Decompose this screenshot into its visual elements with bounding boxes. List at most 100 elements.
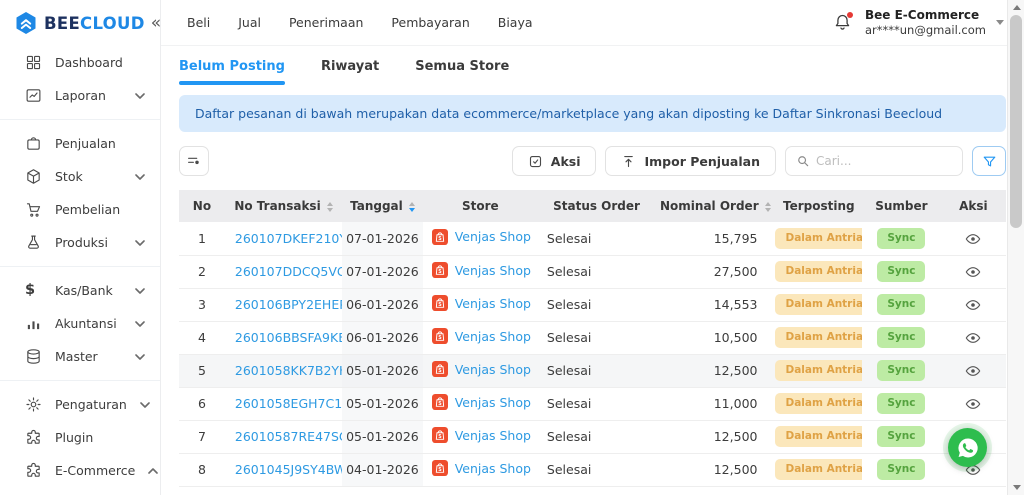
sort-icon [764, 201, 771, 212]
view-detail-button[interactable] [965, 297, 981, 313]
table-row: 6 2601058EGH7C1N 05-01-2026 S Venjas Shop… [179, 387, 1006, 421]
impor-penjualan-button[interactable]: Impor Penjualan [605, 146, 776, 176]
trx-link[interactable]: 26010587RE47SQ [235, 429, 342, 444]
filter-button[interactable] [972, 146, 1006, 176]
table-header: No No Transaksi Tanggal Store Status Ord… [179, 190, 1006, 222]
chevron-down-icon [135, 320, 145, 327]
svg-text:S: S [438, 302, 442, 308]
database-icon [25, 348, 42, 365]
scroll-down-arrow[interactable] [1008, 480, 1024, 495]
column-settings-button[interactable] [179, 146, 209, 176]
search-input[interactable] [816, 154, 952, 168]
toolbar: Aksi Impor Penjualan [179, 146, 1006, 176]
sidebar-item-kas-bank[interactable]: Kas/Bank [0, 274, 160, 307]
sidebar-item-penjualan[interactable]: Penjualan [0, 127, 160, 160]
store-link[interactable]: Venjas Shop [455, 362, 531, 377]
impor-label: Impor Penjualan [644, 153, 760, 169]
sidebar-subitem-pesanan[interactable]: Pesanan [0, 487, 160, 495]
table-body: 1 260107DKEF210Y 07-01-2026 S Venjas Shop… [179, 222, 1006, 487]
notification-bell-icon[interactable] [833, 11, 853, 32]
chevron-up-icon [148, 467, 159, 474]
terposting-badge: Dalam Antrian [775, 426, 863, 447]
sumber-badge: Sync [877, 459, 926, 480]
trx-link[interactable]: 260106BBSFA9KE [235, 330, 342, 345]
col-tanggal[interactable]: Tanggal [342, 190, 423, 222]
nav-penerimaan[interactable]: Penerimaan [289, 15, 363, 30]
tab-semua-store[interactable]: Semua Store [415, 59, 509, 85]
sidebar-item-akuntansi[interactable]: Akuntansi [0, 307, 160, 340]
eye-icon [966, 398, 981, 409]
aksi-button[interactable]: Aksi [511, 146, 597, 176]
tab-belum-posting[interactable]: Belum Posting [179, 59, 285, 85]
terposting-badge: Dalam Antrian [775, 227, 863, 249]
store-link[interactable]: Venjas Shop [455, 229, 531, 244]
table-row: 4 260106BBSFA9KE 06-01-2026 S Venjas Shop… [179, 321, 1006, 355]
sumber-badge: Sync [877, 227, 926, 249]
store-link[interactable]: Venjas Shop [455, 461, 531, 476]
eye-icon [966, 233, 981, 244]
row-status: Selesai [537, 321, 656, 355]
view-detail-button[interactable] [965, 330, 981, 346]
sidebar-item-pembelian[interactable]: Pembelian [0, 193, 160, 226]
eye-icon [966, 299, 981, 310]
user-area: Bee E-Commerce ar****un@gmail.com [833, 7, 1004, 39]
store-link[interactable]: Venjas Shop [455, 329, 531, 344]
sidebar-item-pengaturan[interactable]: Pengaturan [0, 388, 160, 421]
store-link[interactable]: Venjas Shop [455, 395, 531, 410]
sort-icon-active [408, 201, 415, 212]
row-nominal: 12,500 [655, 420, 776, 454]
sidebar-item-label: Plugin [55, 430, 94, 445]
row-status: Selesai [537, 420, 656, 454]
terposting-badge: Dalam Antrian [775, 294, 863, 315]
svg-text:S: S [438, 269, 442, 275]
row-nominal: 10,500 [655, 321, 776, 355]
col-store: Store [422, 190, 538, 222]
trx-link[interactable]: 2601058KK7B2YH [235, 363, 342, 378]
nav-beli[interactable]: Beli [187, 15, 210, 30]
sumber-badge: Sync [877, 294, 926, 315]
sidebar-item-plugin[interactable]: Plugin [0, 421, 160, 454]
row-number: 5 [179, 354, 225, 388]
row-status: Selesai [537, 453, 656, 487]
cart-icon [25, 201, 42, 218]
tab-riwayat[interactable]: Riwayat [321, 59, 379, 85]
puzzle-icon [25, 462, 42, 479]
nav-jual[interactable]: Jual [238, 15, 261, 30]
col-aksi: Aksi [940, 190, 1006, 222]
nav-biaya[interactable]: Biaya [498, 15, 533, 30]
sort-icon [326, 201, 333, 212]
sidebar-item-produksi[interactable]: Produksi [0, 226, 160, 259]
sidebar-item-dashboard[interactable]: Dashboard [0, 46, 160, 79]
trx-link[interactable]: 260107DDCQ5VGF [235, 264, 342, 279]
row-number: 2 [179, 255, 225, 289]
scrollbar[interactable] [1007, 0, 1024, 495]
user-menu[interactable]: Bee E-Commerce ar****un@gmail.com [865, 7, 1004, 39]
sidebar-collapse-button[interactable]: « [151, 14, 160, 32]
view-detail-button[interactable] [965, 363, 981, 379]
search-icon [798, 156, 809, 167]
store-link[interactable]: Venjas Shop [455, 263, 531, 278]
sidebar-item-master[interactable]: Master [0, 340, 160, 373]
view-detail-button[interactable] [965, 264, 981, 280]
eye-icon [966, 266, 981, 277]
trx-link[interactable]: 2601045J9SY4BW [235, 462, 342, 477]
sidebar-item-stok[interactable]: Stok [0, 160, 160, 193]
notification-dot [846, 11, 853, 18]
sidebar-item-ecommerce[interactable]: E-Commerce [0, 454, 160, 487]
sumber-badge: Sync [877, 360, 926, 381]
trx-link[interactable]: 260107DKEF210Y [235, 231, 342, 246]
store-link[interactable]: Venjas Shop [455, 296, 531, 311]
view-detail-button[interactable] [965, 396, 981, 412]
col-nominal-order[interactable]: Nominal Order [655, 190, 776, 222]
trx-link[interactable]: 260106BPY2EHEP [235, 297, 342, 312]
scroll-up-arrow[interactable] [1008, 0, 1024, 15]
store-link[interactable]: Venjas Shop [455, 428, 531, 443]
view-detail-button[interactable] [965, 231, 981, 247]
logo-bee: BEE [44, 13, 81, 33]
scrollbar-thumb[interactable] [1010, 15, 1022, 228]
trx-link[interactable]: 2601058EGH7C1N [235, 396, 342, 411]
col-no-transaksi[interactable]: No Transaksi [224, 190, 343, 222]
whatsapp-button[interactable] [948, 428, 987, 467]
sidebar-item-laporan[interactable]: Laporan [0, 79, 160, 112]
nav-pembayaran[interactable]: Pembayaran [391, 15, 469, 30]
